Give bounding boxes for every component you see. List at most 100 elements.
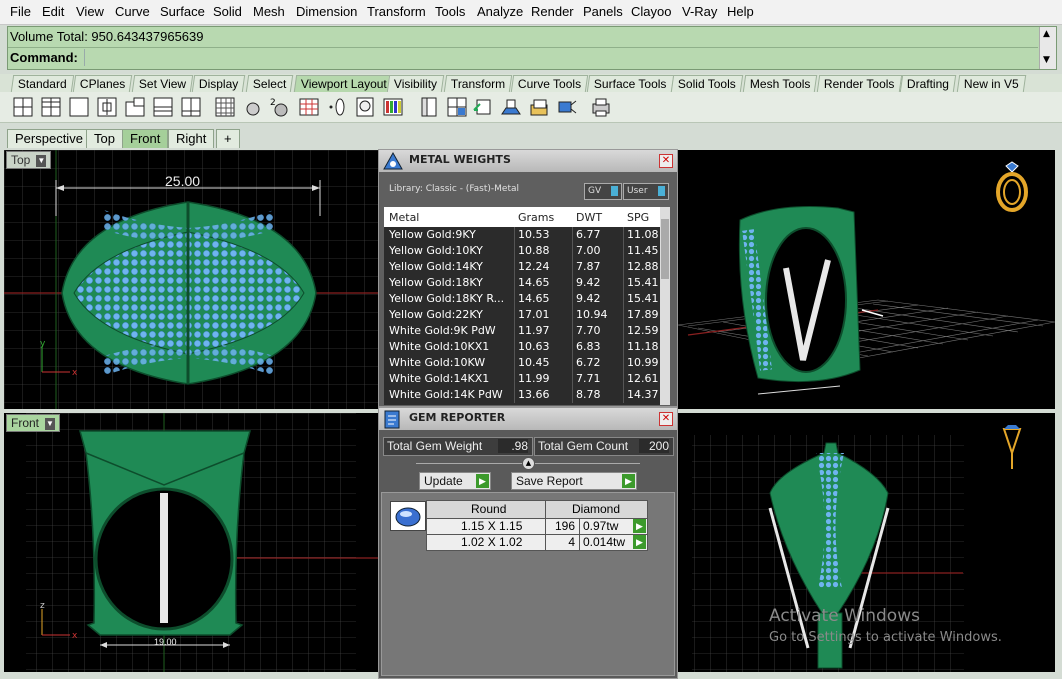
plan-view-icon[interactable] [500,96,522,118]
toolbar-tab-solid-tools[interactable]: Solid Tools [670,75,744,92]
toolbar-tab-select[interactable]: Select [245,75,294,92]
col-header-metal[interactable]: Metal [389,211,419,224]
table-row[interactable]: White Gold:14KX1 11.99 7.71 12.61 [384,371,660,387]
toolbar-tab-cplanes[interactable]: CPlanes [72,75,133,92]
collapse-icon[interactable]: ▲ [522,457,535,470]
page-layout-icon[interactable] [418,96,440,118]
toolbar-tab-display[interactable]: Display [191,75,246,92]
gem-reporter-titlebar[interactable]: GEM REPORTER ✕ [379,408,677,430]
col-header-spg[interactable]: SPG [627,211,649,224]
col-header-grams[interactable]: Grams [518,211,554,224]
scroll-down-icon[interactable]: ▼ [1043,55,1050,65]
toolbar-tab-standard[interactable]: Standard [10,75,74,92]
horizontal-split-icon[interactable] [152,96,174,118]
new-viewport-icon[interactable] [124,96,146,118]
tab-top[interactable]: Top [86,129,123,148]
menu-dimension[interactable]: Dimension [296,4,357,19]
menu-curve[interactable]: Curve [115,4,150,19]
table-row[interactable]: White Gold:10KW 10.45 6.72 10.99 [384,355,660,371]
ring-icon[interactable] [994,160,1030,212]
ellipse-icon[interactable] [326,96,348,118]
close-icon[interactable]: ✕ [659,154,673,168]
menu-mesh[interactable]: Mesh [253,4,285,19]
command-scrollbar[interactable]: ▲ ▼ [1039,27,1056,69]
menu-vray[interactable]: V-Ray [682,4,717,19]
toolbar-tab-visibility[interactable]: Visibility [386,75,445,92]
toolbar-tab-drafting[interactable]: Drafting [899,75,957,92]
tab-front[interactable]: Front [122,129,169,148]
vertical-split-icon[interactable] [180,96,202,118]
maximize-viewport-icon[interactable] [96,96,118,118]
play-icon[interactable]: ▶ [633,519,646,533]
toolbar-tab-mesh-tools[interactable]: Mesh Tools [742,75,818,92]
user-toggle[interactable]: User [623,183,669,200]
color-display-icon[interactable] [382,96,404,118]
menu-tools[interactable]: Tools [435,4,465,19]
gem-icon[interactable] [1000,423,1024,473]
split-viewport-4-icon[interactable] [12,96,34,118]
viewport-label-front[interactable]: Front ▼ [6,414,61,432]
viewport-top[interactable]: y x Top ▼ 25.00 [4,150,380,409]
tab-perspective[interactable]: Perspective [7,129,91,148]
render-preview-icon[interactable]: 2 [268,96,290,118]
menu-transform[interactable]: Transform [367,4,426,19]
table-row[interactable]: Yellow Gold:10KY 10.88 7.00 11.45 [384,243,660,259]
layout-grid-icon[interactable] [446,96,468,118]
table-row[interactable]: Yellow Gold:22KY 17.01 10.94 17.89 [384,307,660,323]
table-row[interactable]: Yellow Gold:9KY 10.53 6.77 11.08 [384,227,660,243]
viewport-right[interactable]: Activate Windows Go to Settings to activ… [678,413,1055,672]
menu-solid[interactable]: Solid [213,4,242,19]
tab-right[interactable]: Right [168,129,215,148]
table-row[interactable]: Yellow Gold:18KY R... 14.65 9.42 15.41 [384,291,660,307]
save-report-button[interactable]: Save Report ▶ [511,472,637,490]
table-scrollbar[interactable] [660,207,670,405]
table-row[interactable]: White Gold:9K PdW 11.97 7.70 12.59 [384,323,660,339]
table-row[interactable]: White Gold:10KX1 10.63 6.83 11.18 [384,339,660,355]
toolbar-tab-surface-tools[interactable]: Surface Tools [586,75,674,92]
menu-help[interactable]: Help [727,4,754,19]
metal-weights-titlebar[interactable]: METAL WEIGHTS ✕ [379,150,677,172]
grid-display-icon[interactable] [298,96,320,118]
face-icon[interactable] [354,96,376,118]
scrollbar-thumb[interactable] [661,219,669,279]
menu-analyze[interactable]: Analyze [477,4,523,19]
grid-snap-icon[interactable] [214,96,236,118]
toolbar-tab-new-in-v5[interactable]: New in V5 [956,75,1026,92]
menu-panels[interactable]: Panels [583,4,623,19]
viewport-label-top[interactable]: Top ▼ [6,151,52,169]
viewport-perspective[interactable] [678,150,1055,409]
gv-toggle[interactable]: GV [584,183,622,200]
chevron-down-icon[interactable]: ▼ [45,417,56,430]
toolbar-tab-viewport-layout[interactable]: Viewport Layout [293,75,395,92]
update-button[interactable]: Update ▶ [419,472,491,490]
menu-view[interactable]: View [76,4,104,19]
toolbar-tab-render-tools[interactable]: Render Tools [816,75,902,92]
single-viewport-icon[interactable] [68,96,90,118]
close-icon[interactable]: ✕ [659,412,673,426]
toolbar-tab-set-view[interactable]: Set View [131,75,194,92]
gem-row[interactable]: 1.02 X 1.02 4 0.014tw ▶ [426,534,648,551]
col-header-dwt[interactable]: DWT [576,211,602,224]
table-row[interactable]: Yellow Gold:14KY 12.24 7.87 12.88 [384,259,660,275]
toolbar-tab-transform[interactable]: Transform [443,75,513,92]
scroll-up-icon[interactable]: ▲ [1043,29,1050,39]
menu-file[interactable]: File [10,4,31,19]
menu-edit[interactable]: Edit [42,4,64,19]
viewport-front[interactable]: z x Front ▼ 19.00 [4,413,380,672]
chevron-down-icon[interactable]: ▼ [36,154,47,167]
menu-clayoo[interactable]: Clayoo [631,4,671,19]
folder-stack-icon[interactable] [528,96,550,118]
camera-target-icon[interactable] [556,96,578,118]
toolbar-tab-curve-tools[interactable]: Curve Tools [510,75,589,92]
print-icon[interactable] [590,96,612,118]
command-input[interactable] [84,49,1038,66]
split-viewport-grid-icon[interactable] [40,96,62,118]
sphere-icon[interactable] [242,96,264,118]
table-row[interactable]: Yellow Gold:18KY 14.65 9.42 15.41 [384,275,660,291]
menu-render[interactable]: Render [531,4,574,19]
table-row[interactable]: White Gold:14K PdW 13.66 8.78 14.37 [384,387,660,403]
menu-surface[interactable]: Surface [160,4,205,19]
gem-row[interactable]: 1.15 X 1.15 196 0.97tw ▶ [426,518,648,535]
play-icon[interactable]: ▶ [633,535,646,549]
tab-add[interactable]: + [216,129,240,148]
